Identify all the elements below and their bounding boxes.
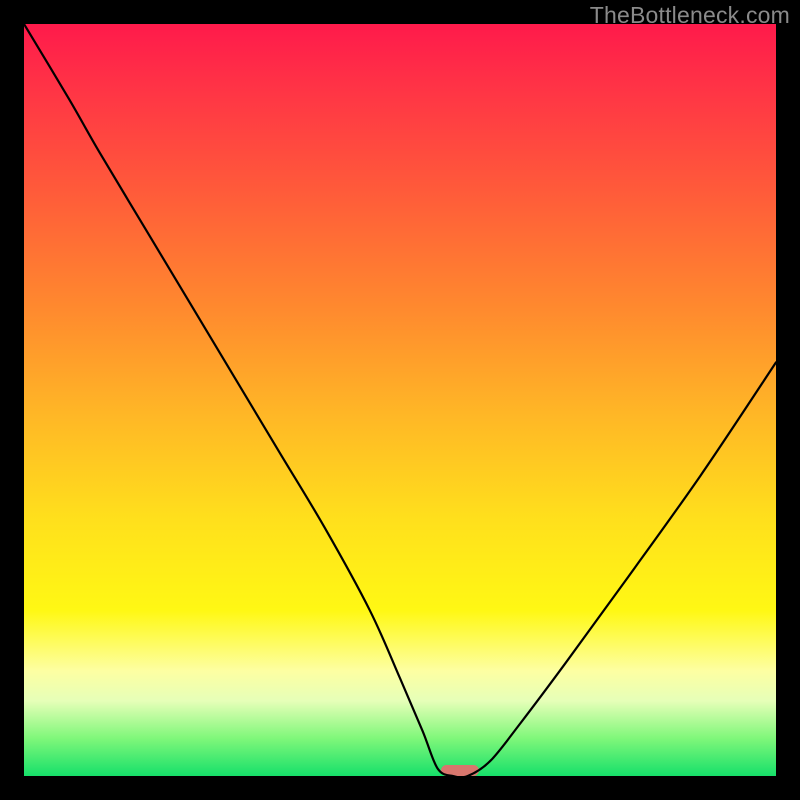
plot-area [24, 24, 776, 776]
watermark: TheBottleneck.com [590, 2, 790, 29]
chart-stage: TheBottleneck.com [0, 0, 800, 800]
curve-path [24, 24, 776, 776]
bottleneck-curve [24, 24, 776, 776]
